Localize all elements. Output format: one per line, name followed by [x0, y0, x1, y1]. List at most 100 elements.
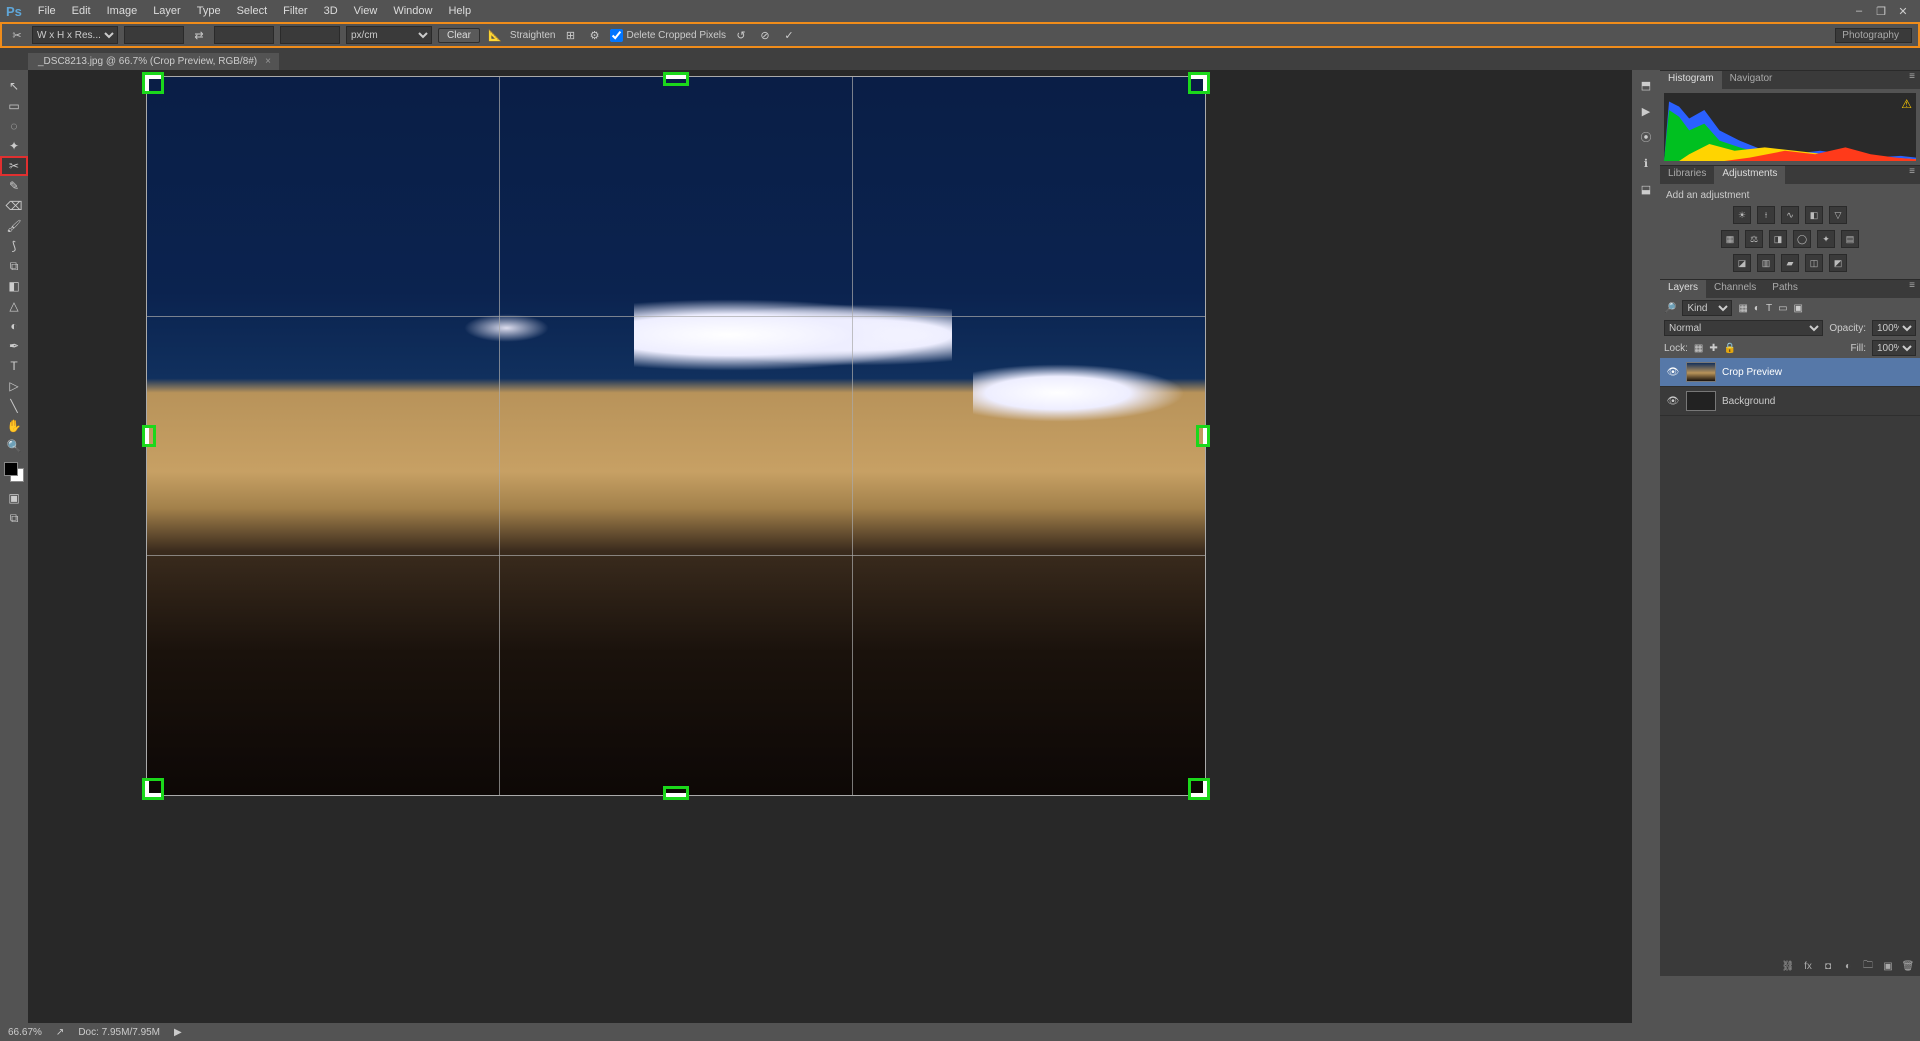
actions-panel-icon[interactable]: ▶: [1632, 100, 1660, 122]
crop-tool-indicator-icon[interactable]: ✂: [8, 26, 26, 44]
menu-select[interactable]: Select: [229, 5, 276, 17]
opacity-select[interactable]: 100%: [1872, 320, 1916, 336]
layer-thumbnail[interactable]: [1686, 391, 1716, 411]
doc-size[interactable]: Doc: 7.95M/7.95M: [78, 1027, 160, 1038]
straighten-label[interactable]: Straighten: [510, 30, 556, 41]
document-tab[interactable]: _DSC8213.jpg @ 66.7% (Crop Preview, RGB/…: [28, 53, 279, 70]
tool-lasso[interactable]: ◌: [0, 116, 28, 136]
histogram-warning-icon[interactable]: ⚠: [1901, 97, 1912, 111]
tab-adjustments[interactable]: Adjustments: [1714, 166, 1785, 184]
layer-row[interactable]: 👁 Crop Preview: [1660, 358, 1920, 387]
lock-position-icon[interactable]: ✚: [1709, 343, 1717, 354]
menu-image[interactable]: Image: [99, 5, 146, 17]
history-panel-icon[interactable]: ⬒: [1632, 74, 1660, 96]
clear-button[interactable]: Clear: [438, 28, 480, 43]
close-tab-icon[interactable]: ×: [265, 56, 271, 67]
tool-gradient[interactable]: ◧: [0, 276, 28, 296]
crop-handle-bottom-left[interactable]: [142, 778, 164, 800]
tool-line[interactable]: ╲: [0, 396, 28, 416]
menu-type[interactable]: Type: [189, 5, 229, 17]
reset-crop-icon[interactable]: ↺: [732, 26, 750, 44]
other-panel-icon[interactable]: ⬓: [1632, 178, 1660, 200]
screenmode-icon[interactable]: ⧉: [0, 508, 28, 528]
tool-eyedropper[interactable]: ✎: [0, 176, 28, 196]
blend-mode-select[interactable]: Normal: [1664, 320, 1823, 336]
adj-balance-icon[interactable]: ⚖: [1745, 230, 1763, 248]
workspace-switcher[interactable]: Photography: [1835, 28, 1912, 43]
crop-handle-left[interactable]: [142, 425, 156, 447]
tool-zoom[interactable]: 🔍: [0, 436, 28, 456]
quickmask-icon[interactable]: ▣: [0, 488, 28, 508]
fill-select[interactable]: 100%: [1872, 340, 1916, 356]
crop-handle-top-right[interactable]: [1188, 72, 1210, 94]
layer-thumbnail[interactable]: [1686, 362, 1716, 382]
tool-hand[interactable]: ✋: [0, 416, 28, 436]
window-maximize[interactable]: ❐: [1870, 5, 1892, 18]
new-layer-icon[interactable]: ▣: [1880, 958, 1896, 974]
new-group-icon[interactable]: 🗀: [1860, 958, 1876, 974]
adj-channelmixer-icon[interactable]: ✦: [1817, 230, 1835, 248]
layer-visibility-icon[interactable]: 👁: [1666, 396, 1680, 407]
tab-channels[interactable]: Channels: [1706, 280, 1764, 298]
tool-healing[interactable]: ⌫: [0, 196, 28, 216]
menu-file[interactable]: File: [30, 5, 64, 17]
tool-path[interactable]: ▷: [0, 376, 28, 396]
tool-move[interactable]: ↖: [0, 76, 28, 96]
lock-all-icon[interactable]: 🔒: [1724, 343, 1736, 354]
properties-panel-icon[interactable]: ⦿: [1632, 126, 1660, 148]
adj-photofilter-icon[interactable]: ◯: [1793, 230, 1811, 248]
tool-crop[interactable]: ✂: [0, 156, 28, 176]
tool-pen[interactable]: ✒: [0, 336, 28, 356]
delete-cropped-input[interactable]: [610, 29, 623, 42]
menu-window[interactable]: Window: [385, 5, 440, 17]
crop-height-input[interactable]: [214, 26, 274, 44]
crop-handle-top[interactable]: [663, 72, 689, 86]
crop-handle-bottom-right[interactable]: [1188, 778, 1210, 800]
histogram-panel-menu-icon[interactable]: ≡: [1904, 71, 1920, 89]
adj-bw-icon[interactable]: ◨: [1769, 230, 1787, 248]
crop-preset-select[interactable]: W x H x Res...: [32, 26, 118, 44]
layer-filter-adj-icon[interactable]: ◐: [1754, 303, 1760, 314]
adjustments-panel-menu-icon[interactable]: ≡: [1904, 166, 1920, 184]
adj-brightness-icon[interactable]: ☀: [1733, 206, 1751, 224]
overlay-grid-icon[interactable]: ⊞: [562, 26, 580, 44]
layer-visibility-icon[interactable]: 👁: [1666, 367, 1680, 378]
adj-gradientmap-icon[interactable]: ◫: [1805, 254, 1823, 272]
layer-name[interactable]: Crop Preview: [1722, 367, 1782, 378]
tool-eraser[interactable]: ⧉: [0, 256, 28, 276]
adj-curves-icon[interactable]: ∿: [1781, 206, 1799, 224]
cancel-crop-icon[interactable]: ⊘: [756, 26, 774, 44]
menu-filter[interactable]: Filter: [275, 5, 315, 17]
canvas-area[interactable]: [28, 70, 1632, 1023]
crop-resolution-input[interactable]: [280, 26, 340, 44]
adj-exposure-icon[interactable]: ◧: [1805, 206, 1823, 224]
tool-brush[interactable]: 🖌: [0, 216, 28, 236]
delete-layer-icon[interactable]: 🗑: [1900, 958, 1916, 974]
color-swatch[interactable]: [4, 462, 24, 482]
zoom-popup-icon[interactable]: ↗: [56, 1027, 64, 1038]
menu-3d[interactable]: 3D: [316, 5, 346, 17]
layer-filter-pixel-icon[interactable]: ▦: [1738, 303, 1747, 314]
tab-histogram[interactable]: Histogram: [1660, 71, 1722, 89]
layer-filter-smart-icon[interactable]: ▣: [1794, 303, 1803, 314]
adj-levels-icon[interactable]: ⟊: [1757, 206, 1775, 224]
fg-color-swatch[interactable]: [4, 462, 18, 476]
tool-clone[interactable]: ⟆: [0, 236, 28, 256]
adj-colorlookup-icon[interactable]: ▤: [1841, 230, 1859, 248]
tool-magic-wand[interactable]: ✦: [0, 136, 28, 156]
layer-filter-kind[interactable]: Kind: [1682, 300, 1732, 316]
doc-info-arrow-icon[interactable]: ▶: [174, 1027, 182, 1038]
menu-layer[interactable]: Layer: [145, 5, 189, 17]
tab-libraries[interactable]: Libraries: [1660, 166, 1714, 184]
layer-filter-shape-icon[interactable]: ▭: [1778, 303, 1787, 314]
tab-navigator[interactable]: Navigator: [1722, 71, 1781, 89]
adj-invert-icon[interactable]: ◪: [1733, 254, 1751, 272]
delete-cropped-checkbox[interactable]: Delete Cropped Pixels: [610, 29, 727, 42]
crop-handle-top-left[interactable]: [142, 72, 164, 94]
crop-units-select[interactable]: px/cm: [346, 26, 432, 44]
adj-threshold-icon[interactable]: ▰: [1781, 254, 1799, 272]
tool-text[interactable]: T: [0, 356, 28, 376]
layer-fx-icon[interactable]: fx: [1800, 958, 1816, 974]
crop-handle-bottom[interactable]: [663, 786, 689, 800]
link-layers-icon[interactable]: ⛓: [1780, 958, 1796, 974]
